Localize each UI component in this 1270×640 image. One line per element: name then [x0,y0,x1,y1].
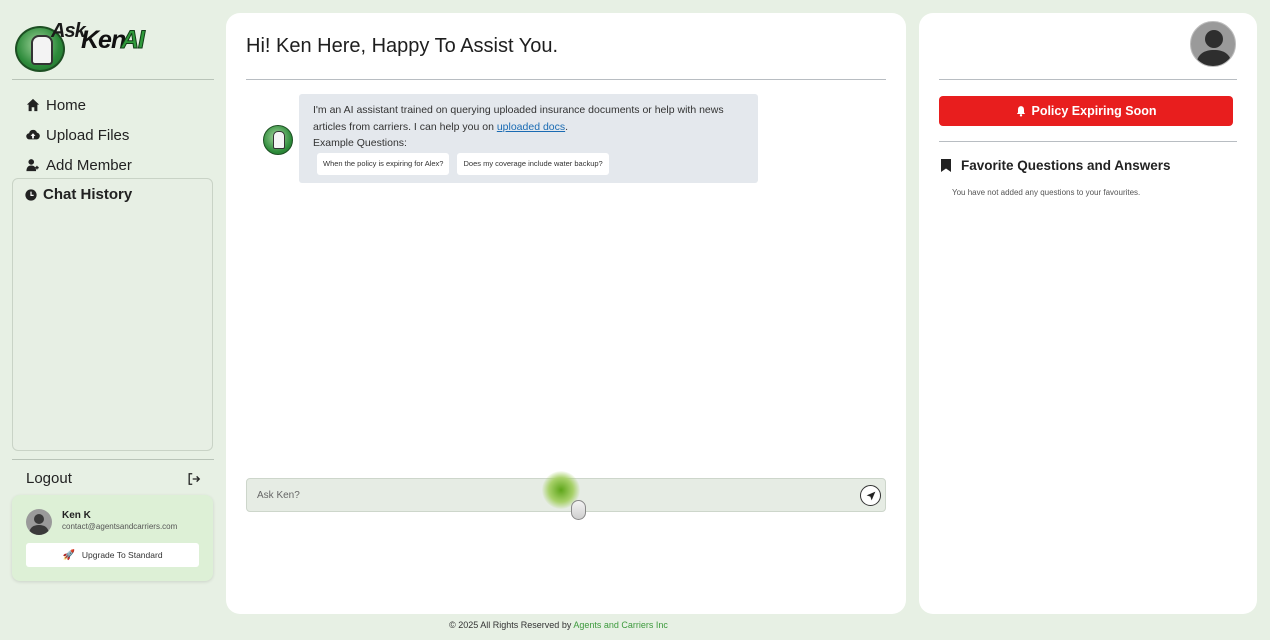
right-divider [939,79,1237,80]
sidebar-item-label: Upload Files [46,126,130,144]
sidebar-divider [12,459,214,460]
user-name: Ken K [62,510,91,521]
history-clock-icon [25,188,37,201]
sidebar-item-label: Home [46,96,87,114]
sidebar-item-upload-files[interactable]: Upload Files [26,120,132,150]
upgrade-label: Upgrade To Standard [81,550,163,560]
rocket-icon: 🚀 [62,549,75,561]
policy-expiring-label: Policy Expiring Soon [1031,104,1157,118]
user-profile-card: Ken K contact@agentsandcarriers.com 🚀 Up… [12,495,213,581]
home-icon [26,98,40,112]
chat-history-heading[interactable]: Chat History [25,186,132,203]
user-email: contact@agentsandcarriers.com [62,522,178,531]
cloud-upload-icon [26,129,40,140]
bell-icon [1017,106,1026,117]
favorites-empty-text: You have not added any questions to your… [952,188,1141,197]
logout-label: Logout [26,470,72,487]
send-button[interactable] [860,485,881,506]
sidebar: Ask Ken AI Home Upload Files Add Member … [12,12,214,587]
chat-history-label: Chat History [43,186,133,203]
footer: © 2025 All Rights Reserved by Agents and… [0,620,1117,630]
examples-label: Example Questions: [313,137,407,149]
page-title: Hi! Ken Here, Happy To Assist You. [246,35,559,57]
bot-intro-end: . [565,120,569,133]
upgrade-button[interactable]: 🚀 Upgrade To Standard [26,543,199,567]
bot-avatar-icon [263,125,293,155]
favorites-heading: Favorite Questions and Answers [941,158,1171,173]
policy-expiring-button[interactable]: Policy Expiring Soon [939,96,1233,126]
logout-button[interactable]: Logout [26,470,201,487]
sidebar-nav: Home Upload Files Add Member [26,90,132,180]
bot-message-bubble: I'm an AI assistant trained on querying … [299,94,758,183]
example-question-button[interactable]: When the policy is expiring for Alex? [317,153,450,175]
uploaded-docs-link[interactable]: uploaded docs [497,121,565,133]
user-plus-icon [26,159,39,172]
mouse-icon [571,500,586,520]
sidebar-item-label: Add Member [46,156,132,174]
copyright-text: © 2025 All Rights Reserved by [449,620,574,630]
avatar[interactable] [1190,21,1236,67]
send-arrow-icon [866,491,875,500]
example-questions: When the policy is expiring for Alex? Do… [317,153,609,175]
right-panel: Policy Expiring Soon Favorite Questions … [919,13,1257,614]
logo-ask-text: Ask [51,20,86,42]
ask-ken-ai-logo[interactable]: Ask Ken AI [15,18,146,72]
logo-ken-text: Ken [81,26,126,54]
favorites-title: Favorite Questions and Answers [961,158,1171,173]
logout-icon [188,472,201,485]
sidebar-item-home[interactable]: Home [26,90,132,120]
chat-panel: Hi! Ken Here, Happy To Assist You. I'm a… [226,13,906,614]
right-divider [939,141,1237,142]
bookmark-icon [941,159,951,172]
example-question-button[interactable]: Does my coverage include water backup? [457,153,609,175]
header-divider [246,79,886,80]
logo-ai-text: AI [121,26,146,55]
user-silhouette-icon [1196,30,1232,66]
sidebar-divider [12,79,214,80]
sidebar-item-add-member[interactable]: Add Member [26,150,132,180]
user-silhouette-icon [29,514,49,535]
company-link[interactable]: Agents and Carriers Inc [573,620,668,630]
avatar[interactable] [26,509,52,535]
chat-history-panel: Chat History [12,178,213,451]
